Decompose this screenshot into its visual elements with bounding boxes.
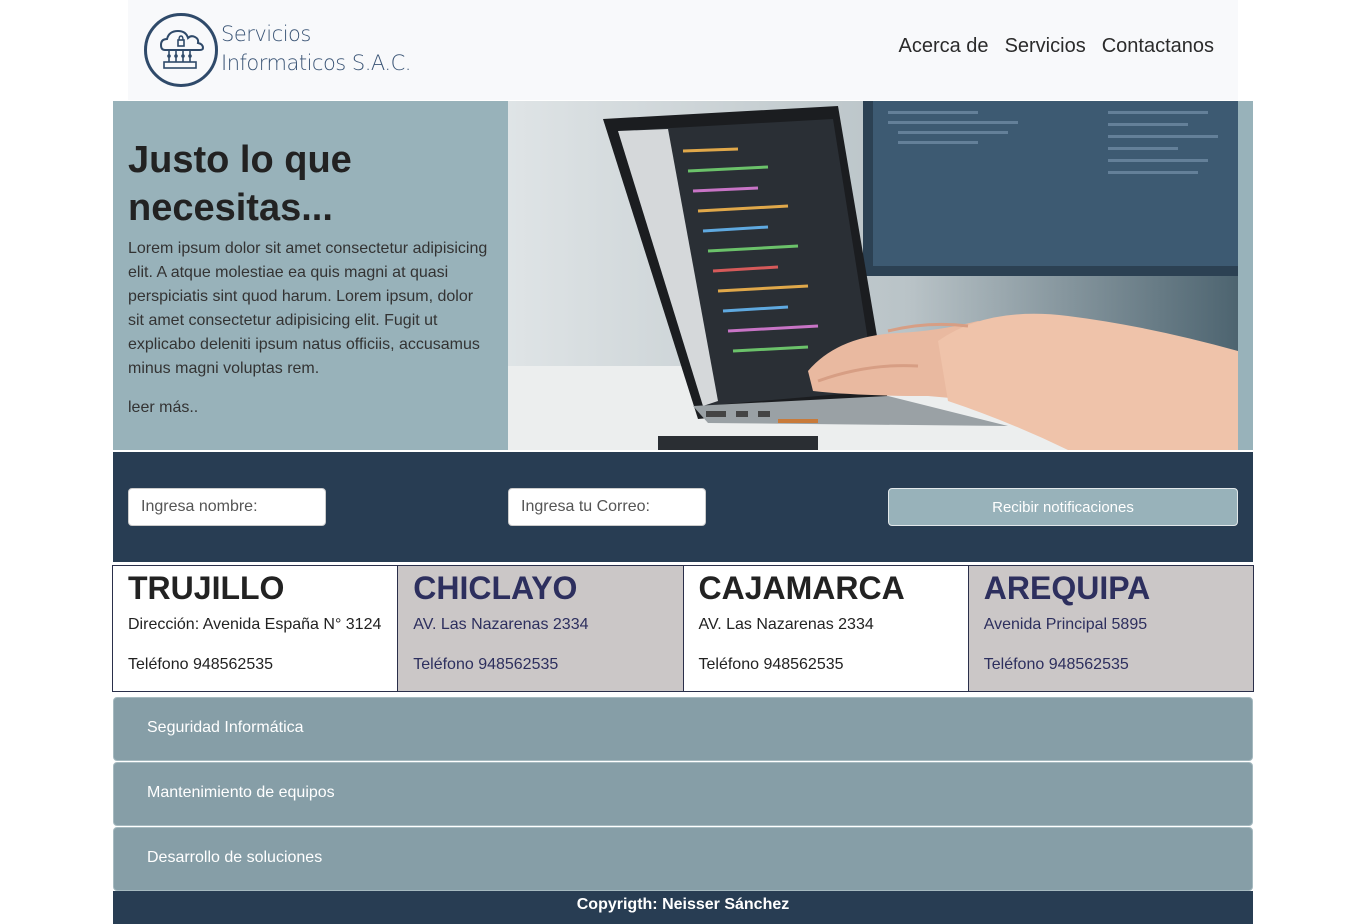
copyright-text: Copyrigth: Neisser Sánchez [576,896,790,913]
city-address: AV. Las Nazarenas 2334 [413,616,589,633]
cloud-lock-logo-icon[interactable] [144,13,218,87]
city-address: Dirección: Avenida España N° 3124 [128,616,382,633]
subscribe-bar: Recibir notificaciones [113,452,1253,562]
hero-title: Justo lo que necesitas... [128,139,352,229]
accordion-label: Desarrollo de soluciones [147,849,323,866]
brand-line-1: Servicios [221,22,311,46]
read-more-link[interactable]: leer más.. [128,399,198,417]
city-phone: Teléfono 948562535 [698,656,844,673]
hero-section: Justo lo que necesitas... Lorem ipsum do… [113,101,1253,450]
accordion-label: Mantenimiento de equipos [147,784,335,801]
city-offices: TRUJILLO Dirección: Avenida España N° 31… [112,565,1254,692]
nav-link-acerca[interactable]: Acerca de [899,35,989,58]
nav-link-contactanos[interactable]: Contactanos [1102,35,1214,58]
city-card-arequipa: AREQUIPA Avenida Principal 5895 Teléfono… [968,566,1253,691]
accordion-item-seguridad[interactable]: Seguridad Informática [113,697,1253,761]
city-address: AV. Las Nazarenas 2334 [698,616,874,633]
city-card-chiclayo: CHICLAYO AV. Las Nazarenas 2334 Teléfono… [398,566,684,691]
main-nav: Acerca de Servicios Contactanos [899,35,1215,58]
city-phone: Teléfono 948562535 [413,656,559,673]
accordion-label: Seguridad Informática [147,719,304,736]
accordion-item-desarrollo[interactable]: Desarrollo de soluciones [113,827,1253,891]
city-name: AREQUIPA [983,570,1151,606]
site-footer: Copyrigth: Neisser Sánchez [113,891,1253,924]
city-phone: Teléfono 948562535 [128,656,274,673]
city-name: CAJAMARCA [698,570,905,606]
hero-text: Lorem ipsum dolor sit amet consectetur a… [128,240,488,377]
city-name: TRUJILLO [128,570,285,606]
brand-name[interactable]: Servicios Informaticos S.A.C. [221,20,411,78]
email-input[interactable] [508,488,706,526]
city-card-trujillo: TRUJILLO Dirección: Avenida España N° 31… [113,566,399,691]
site-header: Servicios Informaticos S.A.C. Acerca de … [128,0,1238,100]
nav-link-servicios[interactable]: Servicios [1005,35,1086,58]
accordion-item-mantenimiento[interactable]: Mantenimiento de equipos [113,762,1253,826]
city-address: Avenida Principal 5895 [983,616,1148,633]
brand-line-2: Informaticos S.A.C. [221,51,411,75]
laptop-coding-image [508,101,1238,450]
name-input[interactable] [128,488,326,526]
city-card-cajamarca: CAJAMARCA AV. Las Nazarenas 2334 Teléfon… [683,566,969,691]
city-phone: Teléfono 948562535 [983,656,1129,673]
subscribe-button[interactable]: Recibir notificaciones [888,488,1238,526]
city-name: CHICLAYO [413,570,578,606]
